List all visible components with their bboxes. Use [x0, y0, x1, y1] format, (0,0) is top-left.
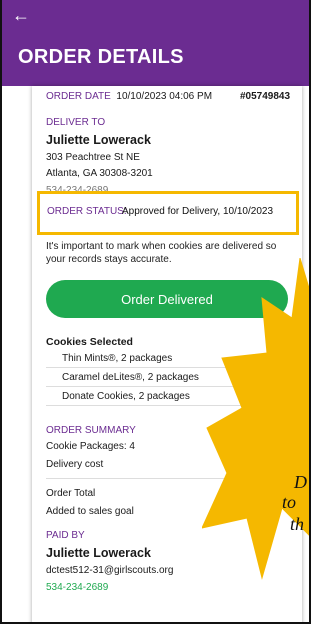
order-total: Order Total: [46, 488, 96, 499]
delivery-cost: Delivery cost: [46, 459, 104, 470]
callout-text-line-3: th: [290, 514, 305, 534]
cookies-selected-title: Cookies Selected: [46, 336, 133, 348]
order-status-label: ORDER STATUS:: [47, 206, 127, 217]
paid-by-phone[interactable]: 534-234-2689: [46, 582, 108, 593]
arrow-left-icon[interactable]: ←: [12, 4, 30, 26]
order-date: ORDER DATE 10/10/2023 04:06 PM: [46, 91, 212, 102]
order-date-value: 10/10/2023 04:06 PM: [116, 91, 213, 102]
order-number: #05749843: [240, 91, 291, 102]
address-line-1: 303 Peachtree St NE: [46, 152, 140, 163]
deliver-to-name: Juliette Lowerack: [46, 133, 151, 147]
paid-by-label: PAID BY: [46, 530, 85, 541]
order-status-value: Approved for Delivery, 10/10/2023: [122, 206, 274, 217]
order-status-highlight: ORDER STATUS: Approved for Delivery, 10/…: [37, 191, 299, 235]
callout-text-line-1: D: [294, 472, 307, 492]
page-title: ORDER DETAILS: [18, 46, 184, 68]
app-header: ← ORDER DETAILS: [2, 0, 309, 86]
starburst-shape: [201, 257, 309, 580]
deliver-to-label: DELIVER TO: [46, 117, 106, 128]
cookie-packages: Cookie Packages: 4: [46, 441, 135, 452]
added-to-sales-goal: Added to sales goal: [46, 506, 134, 517]
address-line-2: Atlanta, GA 30308-3201: [46, 168, 153, 179]
phone-screen: ← ORDER DETAILS ORDER DATE 10/10/2023 04…: [0, 0, 311, 624]
callout-text-line-2: to: [282, 492, 297, 512]
paid-by-email: dctest512-31@girlscouts.org: [46, 565, 174, 576]
order-date-label: ORDER DATE: [46, 91, 111, 102]
order-summary-title: ORDER SUMMARY: [46, 425, 136, 436]
paid-by-name: Juliette Lowerack: [46, 546, 151, 560]
callout-burst: D to th: [201, 257, 309, 622]
